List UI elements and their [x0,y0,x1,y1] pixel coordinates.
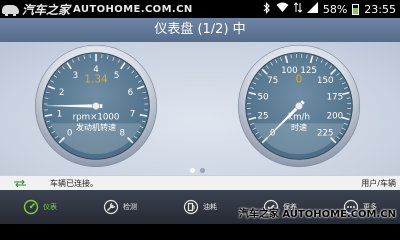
gauge-tick-label: 7 [130,109,136,119]
signal-icon [306,2,318,16]
gauge-readout: 1.34 [84,73,108,85]
page-indicator [190,168,205,173]
fuel-icon [183,199,199,215]
status-bar-indicators: 58% 23:55 [263,1,396,17]
gauge-tick-label: 50 [258,92,269,102]
battery-percent: 58% [322,2,348,16]
dashboard-icon [23,199,39,215]
gauge-tick-label: 75 [267,76,278,86]
tab-diagnostics-label: 检测 [123,203,137,211]
gauge-tick-label: 0 [67,128,73,138]
gauge-unit: rpm×1000 [73,113,120,123]
wifi-icon [276,2,289,16]
clock: 23:55 [364,2,396,16]
dashboard-panel[interactable]: 0 1 2 3 4 5 6 7 8 1.34 rpm×1000 发动机转速 0 25 50 75 100 125… [0,42,400,175]
tab-fuel-label: 油耗 [203,203,217,211]
page-dot[interactable] [190,168,195,173]
gauge-tick-label: 1 [57,109,63,119]
wrench-icon [103,199,119,215]
connection-arrows-icon [14,180,26,187]
user-vehicle-link[interactable]: 用户/车辆 [361,176,396,191]
rpm-gauge: 0123456781.34rpm×1000发动机转速 [34,44,158,168]
gauge-tick-label: 8 [120,128,126,138]
bottom-watermark: 汽车之家 AUTOHOME.COM.CN [238,209,396,220]
gauge-tick-label: 3 [73,71,79,81]
gauge-label: 时速 [291,122,307,132]
gauge-tick-label: 175 [327,92,344,102]
connection-status-text: 车辆已连接。 [50,179,98,188]
tab-fuel[interactable]: 油耗 [160,190,240,224]
gauge-readout: 0 [296,73,303,85]
gauge-tick-label: 125 [300,66,317,76]
battery-icon [352,3,360,15]
gauge-tick-label: 200 [327,112,344,122]
gauge-tick-label: 2 [59,88,65,98]
tab-diagnostics[interactable]: 检测 [80,190,160,224]
gauge-hub [91,101,101,111]
mobile-data-icon [293,2,303,16]
status-bar-watermark: 汽车之家 AUTOHOME.COM.CN [2,1,193,17]
gauge-hub [294,101,304,111]
car-logo-icon [2,4,19,16]
tab-dashboard-label: 仪表 [43,203,57,211]
gauge-tick-label: 6 [128,88,134,98]
app-header: 仪表盘 (1/2) 中 [0,18,400,42]
tab-dashboard[interactable]: 仪表 [0,190,80,224]
page-title: 仪表盘 (1/2) 中 [154,22,246,37]
watermark-cn: 汽车之家 [22,2,71,17]
speed-gauge: 0255075100 1251501752002250km/h时速 [237,44,361,168]
status-bar: 汽车之家 AUTOHOME.COM.CN 58% 23:55 [0,0,400,18]
gauge-tick-label: 25 [258,112,269,122]
watermark-en: AUTOHOME.COM.CN [73,3,193,15]
bluetooth-icon [263,1,271,17]
gauge-tick-label: 5 [114,71,120,81]
gauge-tick-label: 150 [317,76,334,86]
gauge-label: 发动机转速 [76,122,116,132]
page-dot[interactable] [200,168,205,173]
connection-status-bar: 车辆已连接。 用户/车辆 [0,175,400,191]
gauge-tick-label: 225 [317,128,334,138]
